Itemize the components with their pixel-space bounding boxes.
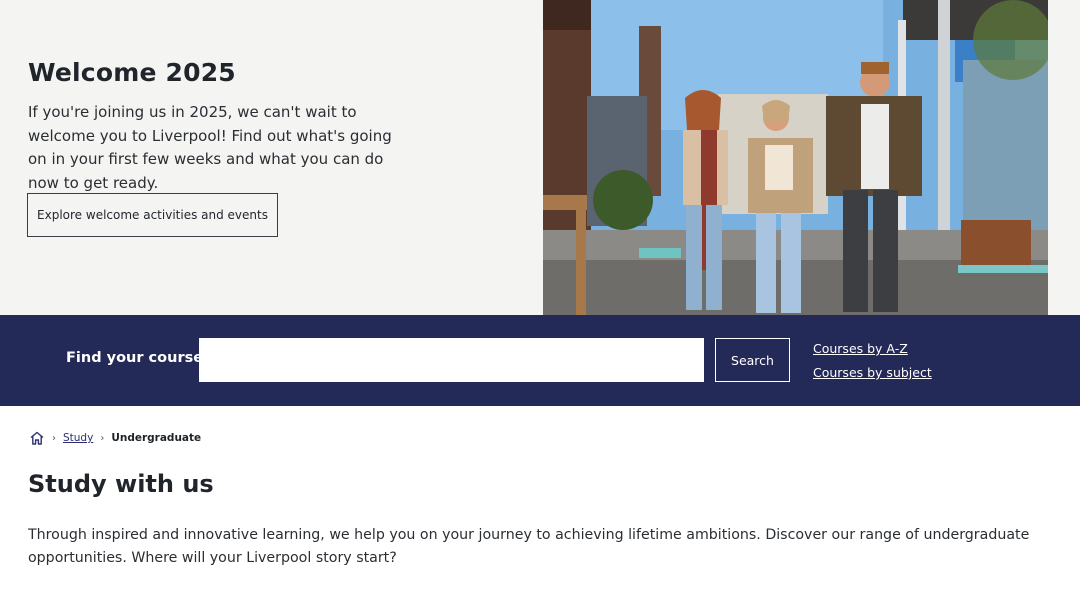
breadcrumb-current: Undergraduate [111,432,202,444]
breadcrumb: › Study › Undergraduate [29,430,201,446]
chevron-right-icon: › [100,432,105,444]
find-your-course-label: Find your course [66,350,204,366]
course-search-input[interactable] [199,338,704,382]
home-icon[interactable] [29,430,45,446]
hero-title: Welcome 2025 [28,58,236,87]
breadcrumb-study-link[interactable]: Study [63,432,93,444]
courses-by-subject-link[interactable]: Courses by subject [813,365,932,380]
hero-photo-students [543,0,1048,315]
students-walking-image [543,0,1048,315]
page-title: Study with us [28,470,214,498]
courses-by-a-z-link[interactable]: Courses by A-Z [813,341,908,356]
intro-paragraph: Through inspired and innovative learning… [28,527,1030,566]
explore-welcome-events-button[interactable]: Explore welcome activities and events [27,193,278,237]
chevron-right-icon: › [52,432,56,444]
hero-description: If you're joining us in 2025, we can't w… [28,103,392,192]
welcome-hero: Welcome 2025 If you're joining us in 202… [0,0,1080,315]
hero-text: Welcome 2025 If you're joining us in 202… [28,58,428,195]
search-button[interactable]: Search [715,338,790,382]
